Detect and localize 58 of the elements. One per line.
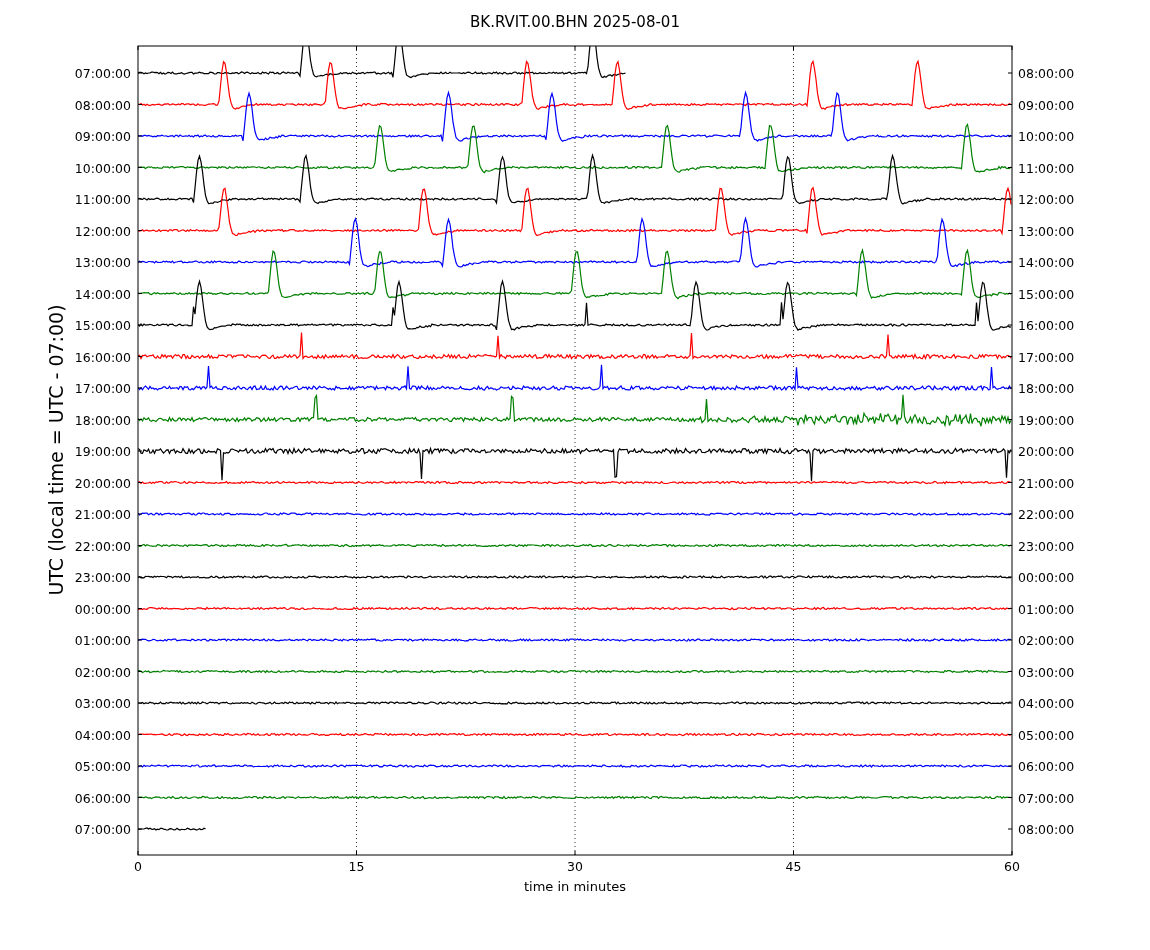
- x-tick-label: 15: [348, 859, 365, 874]
- y-tick-label: 18:00:00: [1018, 381, 1075, 396]
- y-tick-label: 07:00:00: [74, 66, 131, 81]
- y-tick-label: 23:00:00: [1018, 538, 1075, 554]
- y-axis-label: UTC (local time = UTC - 07:00): [45, 304, 67, 596]
- y-tick-label: 18:00:00: [74, 412, 131, 428]
- y-tick-label: 22:00:00: [74, 538, 131, 554]
- y-tick-label: 11:00:00: [1018, 160, 1075, 176]
- plot-title: BK.RVIT.00.BHN 2025-08-01: [470, 13, 680, 31]
- y-tick-label: 20:00:00: [74, 475, 131, 491]
- x-axis-label: time in minutes: [523, 879, 627, 894]
- y-tick-label: 08:00:00: [1018, 66, 1075, 81]
- y-tick-label: 12:00:00: [1018, 192, 1075, 207]
- y-tick-label: 19:00:00: [74, 444, 131, 459]
- y-tick-label: 09:00:00: [74, 129, 131, 144]
- y-tick-label: 02:00:00: [74, 664, 131, 680]
- y-tick-label: 23:00:00: [74, 570, 131, 585]
- y-tick-label: 00:00:00: [74, 601, 131, 617]
- y-tick-label: 03:00:00: [1018, 664, 1075, 680]
- y-tick-label: 08:00:00: [1018, 822, 1075, 837]
- y-tick-label: 01:00:00: [74, 633, 131, 648]
- y-tick-label: 12:00:00: [74, 223, 131, 239]
- y-tick-label: 11:00:00: [74, 192, 131, 207]
- y-tick-label: 08:00:00: [74, 97, 131, 113]
- y-tick-label: 20:00:00: [1018, 444, 1075, 459]
- y-tick-label: 00:00:00: [1018, 570, 1075, 585]
- y-tick-label: 21:00:00: [74, 507, 131, 522]
- y-tick-label: 02:00:00: [1018, 633, 1075, 648]
- y-tick-label: 10:00:00: [1018, 129, 1075, 144]
- y-tick-label: 01:00:00: [1018, 601, 1075, 617]
- y-tick-label: 15:00:00: [1018, 286, 1075, 302]
- y-tick-label: 17:00:00: [1018, 349, 1075, 365]
- y-tick-label: 06:00:00: [1018, 759, 1075, 774]
- x-tick-label: 45: [785, 859, 802, 874]
- y-tick-label: 07:00:00: [74, 822, 131, 837]
- x-tick-label: 30: [567, 859, 583, 874]
- y-tick-label: 10:00:00: [74, 160, 131, 176]
- y-tick-label: 04:00:00: [1018, 696, 1075, 711]
- y-tick-label: 19:00:00: [1018, 412, 1075, 428]
- y-tick-label: 16:00:00: [1018, 318, 1075, 333]
- y-tick-label: 17:00:00: [74, 381, 131, 396]
- y-tick-label: 16:00:00: [74, 349, 131, 365]
- y-tick-label: 05:00:00: [74, 759, 131, 774]
- y-tick-label: 21:00:00: [1018, 475, 1075, 491]
- x-tick-label: 60: [1004, 859, 1020, 874]
- y-tick-label: 04:00:00: [74, 727, 131, 743]
- y-tick-label: 14:00:00: [74, 286, 131, 302]
- y-tick-label: 22:00:00: [1018, 507, 1075, 522]
- y-tick-label: 13:00:00: [1018, 223, 1075, 239]
- y-tick-label: 09:00:00: [1018, 97, 1075, 113]
- y-tick-label: 14:00:00: [1018, 255, 1075, 270]
- y-tick-label: 13:00:00: [74, 255, 131, 270]
- y-tick-label: 15:00:00: [74, 318, 131, 333]
- x-tick-label: 0: [134, 859, 142, 874]
- y-tick-label: 07:00:00: [1018, 790, 1075, 806]
- y-tick-label: 03:00:00: [74, 696, 131, 711]
- y-tick-label: 05:00:00: [1018, 727, 1075, 743]
- y-tick-label: 06:00:00: [74, 790, 131, 806]
